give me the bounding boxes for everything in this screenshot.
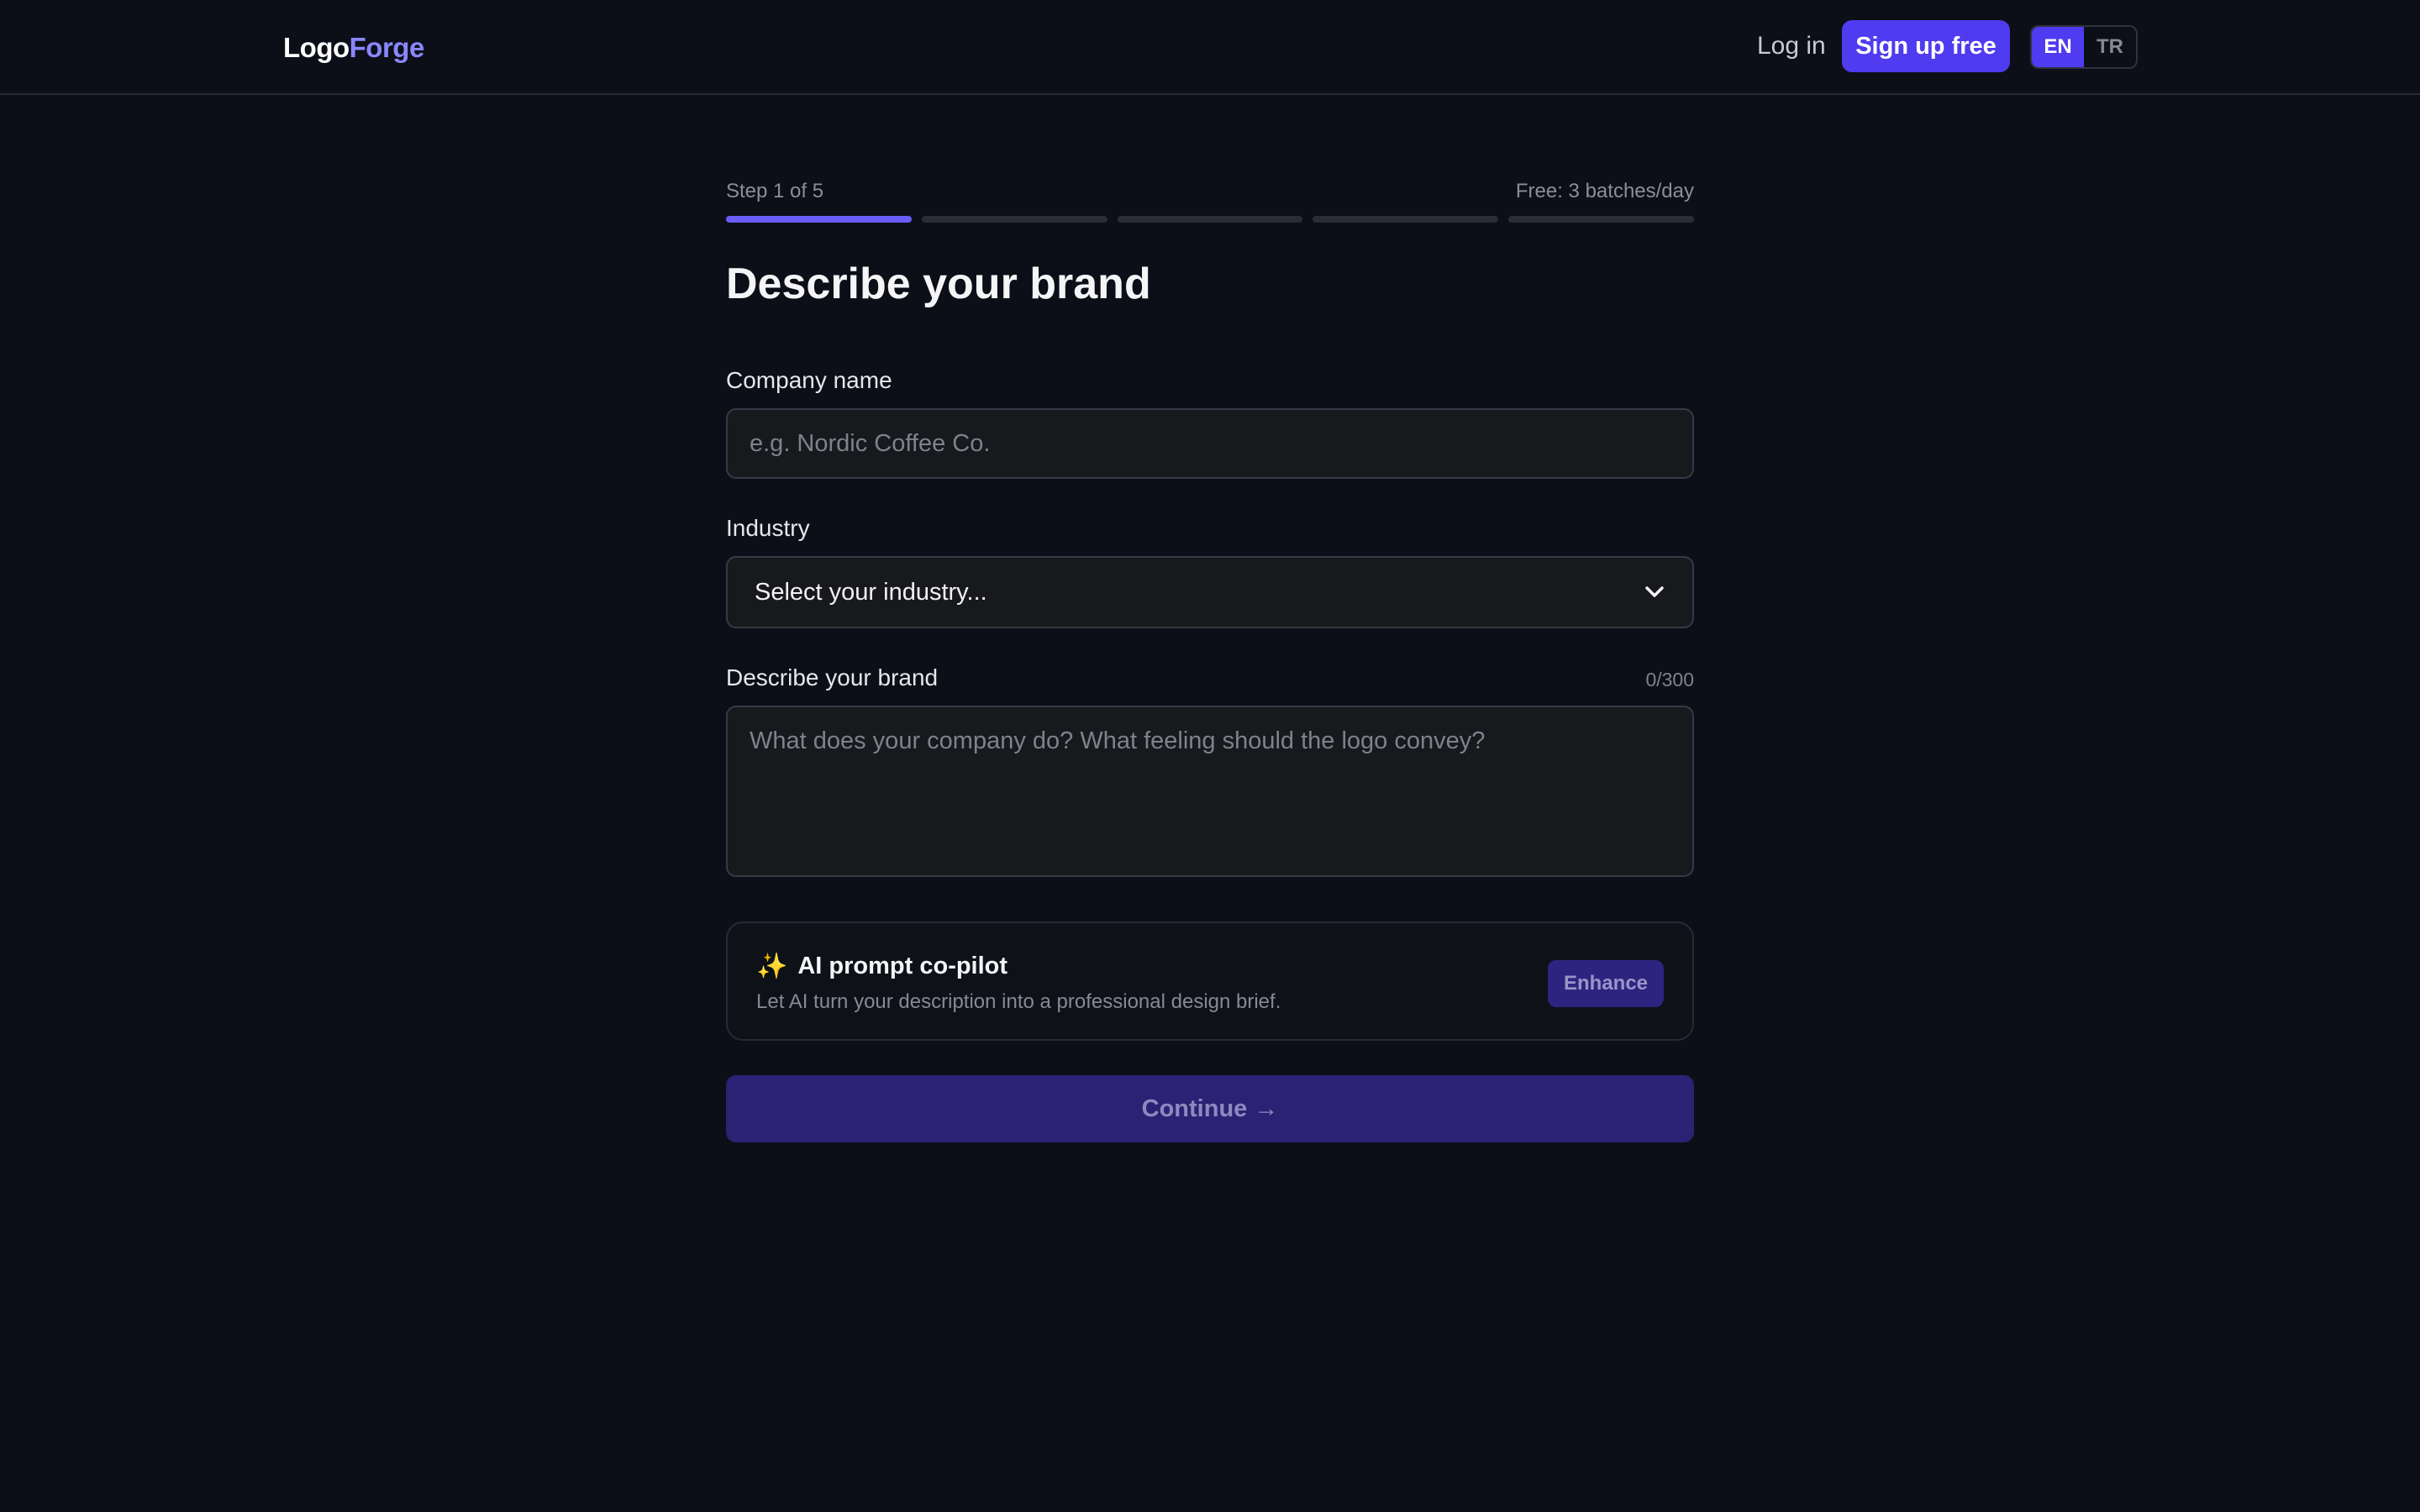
ai-copilot-title: ✨ AI prompt co-pilot	[756, 952, 1007, 981]
language-option-tr[interactable]: TR	[2084, 27, 2136, 67]
ai-copilot-title-text: AI prompt co-pilot	[797, 953, 1008, 979]
language-option-en[interactable]: EN	[2032, 27, 2084, 67]
login-link[interactable]: Log in	[1757, 32, 1826, 60]
ai-copilot-card: ✨ AI prompt co-pilot Let AI turn your de…	[726, 921, 1694, 1041]
language-switcher: EN TR	[2030, 25, 2138, 69]
progress-segment	[1117, 216, 1303, 223]
character-counter: 0/300	[1645, 669, 1694, 690]
industry-select[interactable]: Select your industry...	[726, 556, 1694, 628]
ai-copilot-subtitle: Let AI turn your description into a prof…	[756, 990, 1281, 1013]
free-quota-label: Free: 3 batches/day	[1515, 180, 1694, 202]
progress-segment	[1508, 216, 1694, 223]
chevron-down-icon	[1644, 581, 1665, 603]
brand-description-label: Describe your brand	[726, 664, 939, 690]
top-nav: LogoForge Log in Sign up free EN TR	[0, 0, 2420, 95]
step-indicator: Step 1 of 5	[726, 180, 824, 202]
step-progress-bar	[726, 216, 1694, 223]
signup-button[interactable]: Sign up free	[1842, 20, 2010, 72]
continue-button[interactable]: Continue →	[726, 1075, 1694, 1142]
sparkles-icon: ✨	[756, 953, 788, 980]
enhance-button[interactable]: Enhance	[1548, 960, 1664, 1007]
brand-description-textarea[interactable]	[726, 706, 1694, 877]
industry-label: Industry	[726, 515, 810, 541]
progress-segment	[921, 216, 1107, 223]
logo-text-accent: Forge	[349, 32, 425, 63]
company-name-label: Company name	[726, 367, 892, 393]
progress-segment	[1313, 216, 1499, 223]
page-title: Describe your brand	[726, 260, 1151, 308]
company-name-input[interactable]	[726, 408, 1694, 479]
logo[interactable]: LogoForge	[283, 32, 424, 64]
progress-segment	[726, 216, 912, 223]
industry-select-value: Select your industry...	[755, 578, 987, 606]
logo-text-primary: Logo	[283, 32, 350, 63]
